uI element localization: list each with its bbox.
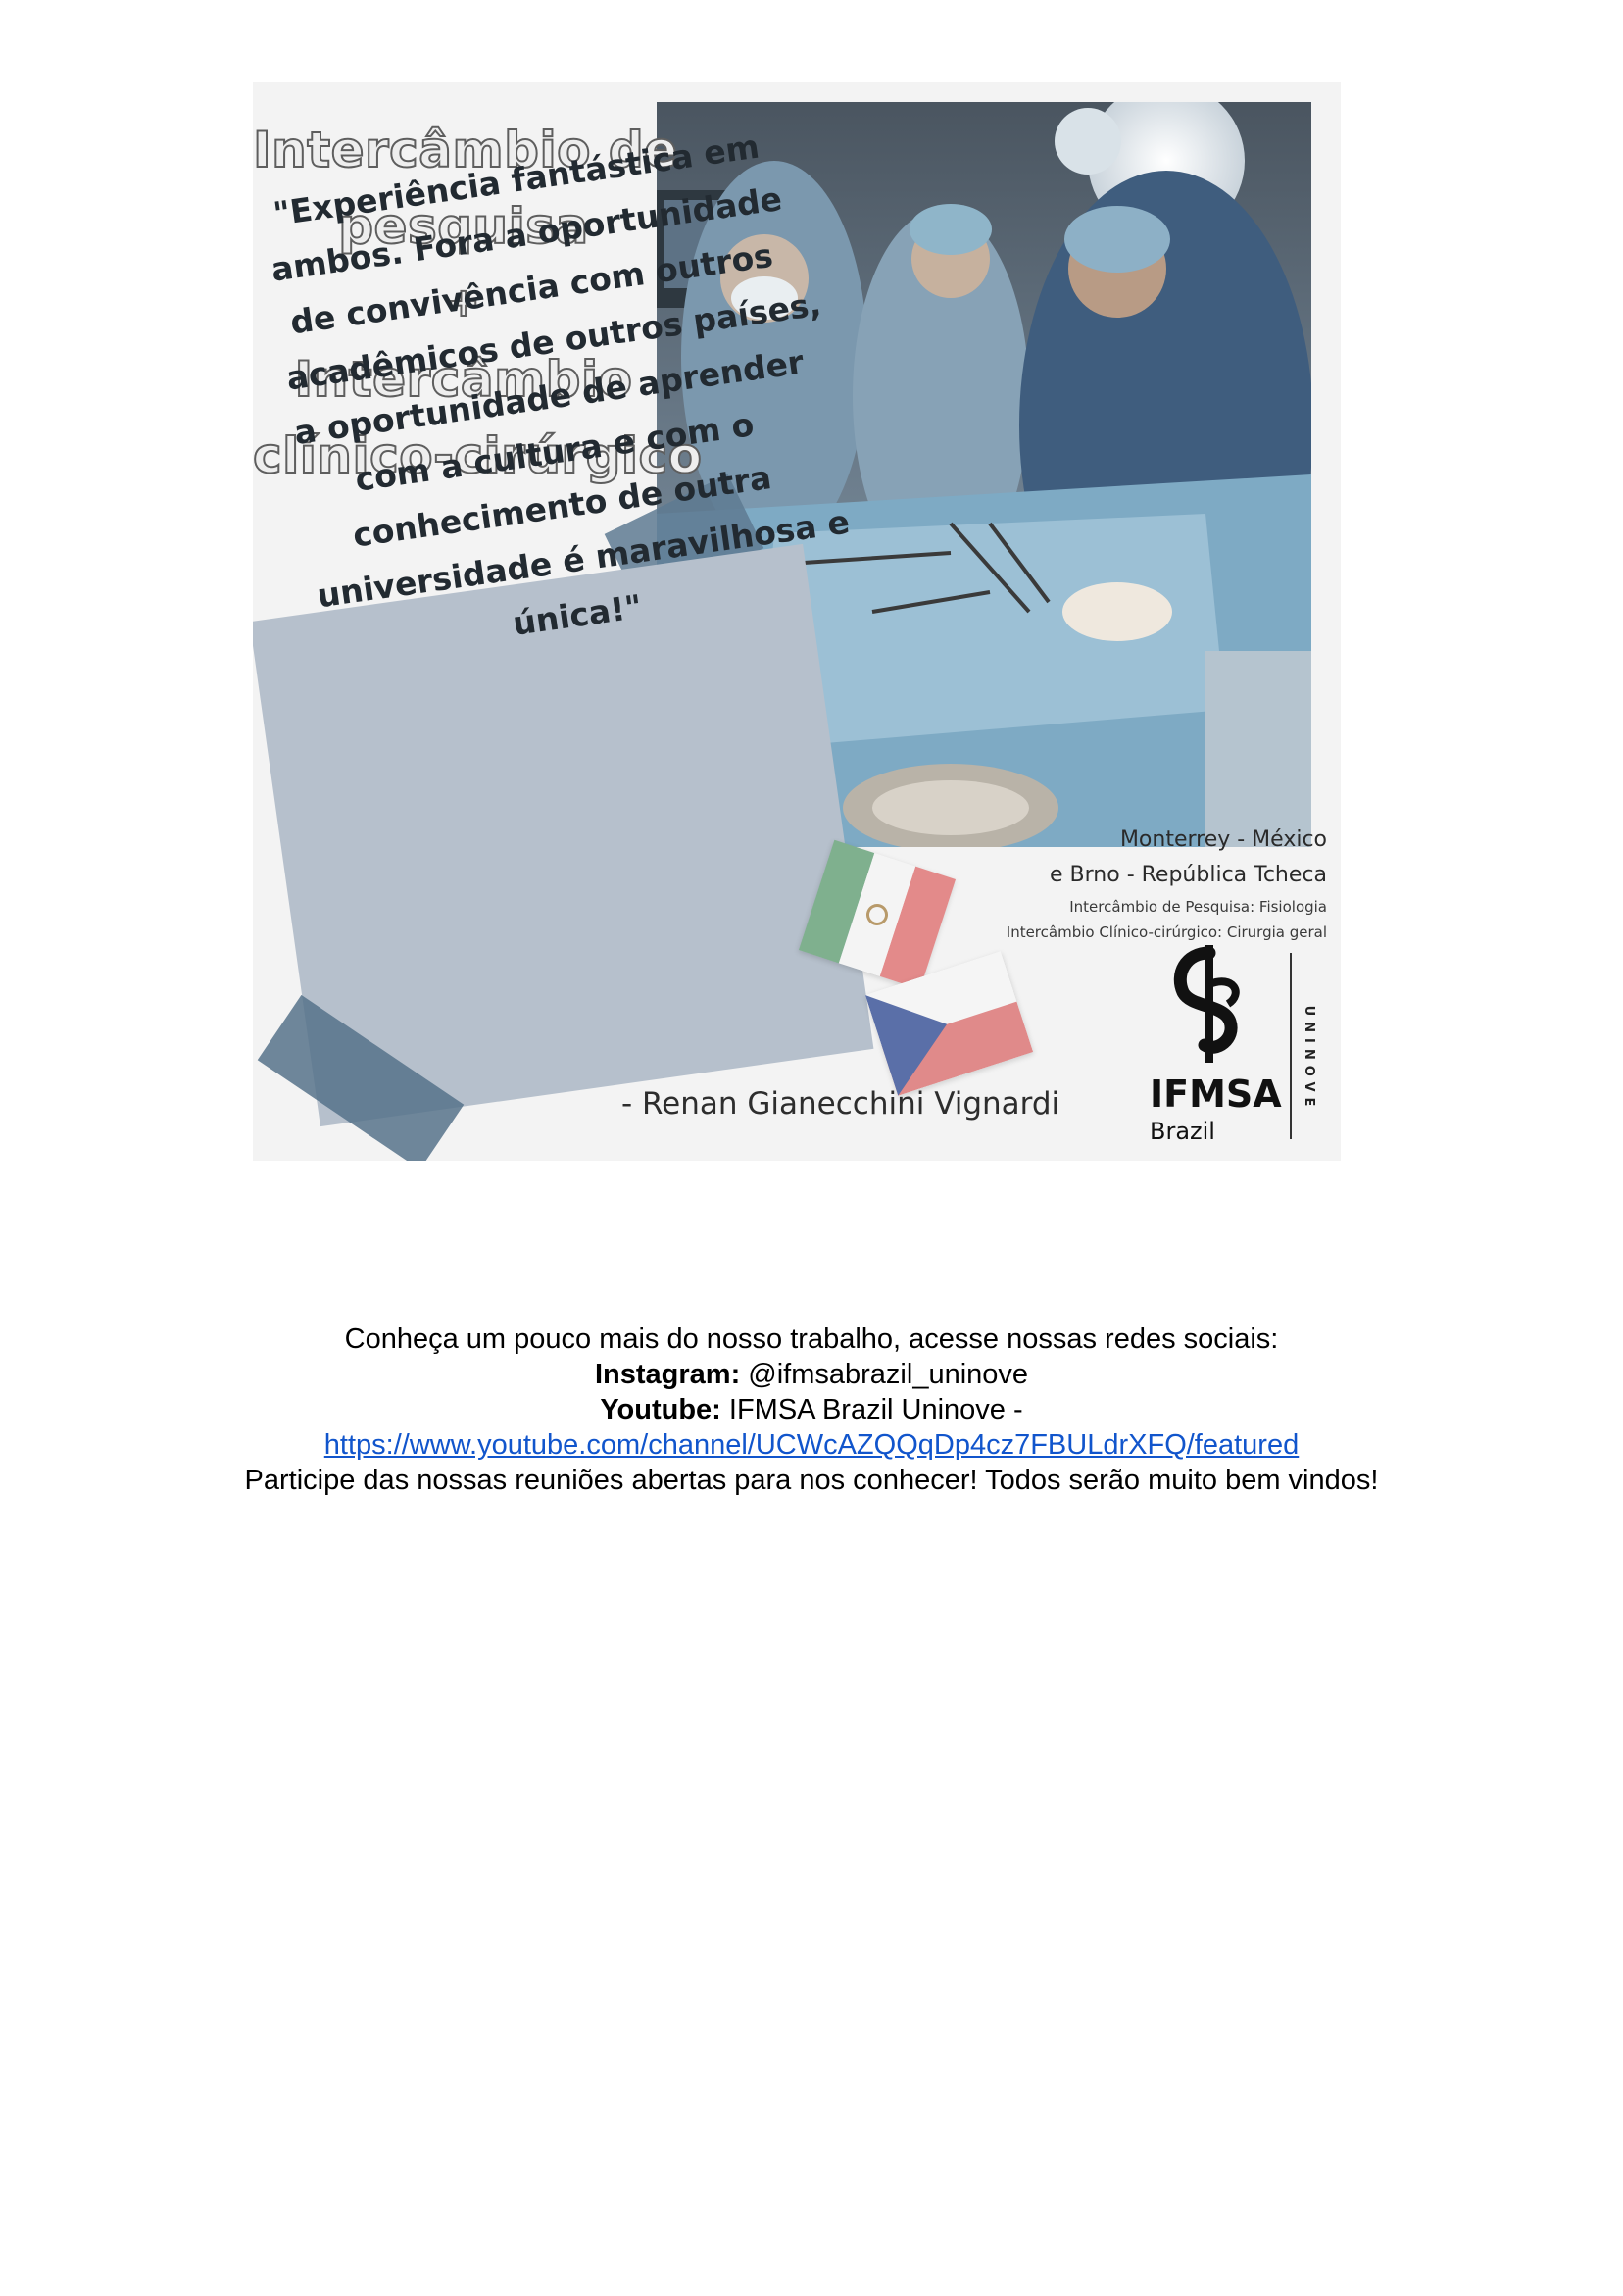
quote-author: - Renan Gianecchini Vignardi	[621, 1086, 1060, 1122]
instagram-handle: @ifmsabrazil_uninove	[740, 1359, 1029, 1390]
ifmsa-emblem-icon	[1173, 945, 1240, 1063]
logo-text: IFMSA	[1150, 1073, 1282, 1116]
youtube-link[interactable]: https://www.youtube.com/channel/UCWcAZQQ…	[324, 1429, 1299, 1461]
logo-subtext: Brazil	[1150, 1118, 1215, 1145]
social-info: Conheça um pouco mais do nosso trabalho,…	[0, 1322, 1623, 1498]
testimonial-quote: "Experiência fantástica em ambos. Fora a…	[260, 118, 852, 677]
intro-text: Conheça um pouco mais do nosso trabalho,…	[344, 1323, 1279, 1355]
instagram-row: Instagram: @ifmsabrazil_uninove	[0, 1357, 1623, 1392]
exchange-poster: Intercâmbio de pesquisa + Intercâmbio cl…	[253, 82, 1341, 1161]
uninove-label: UNINOVE	[1302, 1005, 1316, 1113]
instagram-label: Instagram:	[594, 1359, 741, 1390]
closing-text: Participe das nossas reuniões abertas pa…	[244, 1465, 1379, 1496]
ifmsa-logo: IFMSA Brazil	[1150, 945, 1287, 1151]
program-line-2: Intercâmbio Clínico-cirúrgico: Cirurgia …	[1006, 923, 1327, 941]
logo-divider	[1290, 953, 1292, 1139]
program-line-1: Intercâmbio de Pesquisa: Fisiologia	[1069, 898, 1327, 916]
location-line-1: Monterrey - México	[1119, 827, 1327, 852]
location-line-2: e Brno - República Tcheca	[1050, 863, 1327, 887]
youtube-label: Youtube:	[600, 1394, 721, 1425]
youtube-channel-name: IFMSA Brazil Uninove -	[720, 1394, 1023, 1425]
youtube-row: Youtube: IFMSA Brazil Uninove -	[0, 1392, 1623, 1427]
